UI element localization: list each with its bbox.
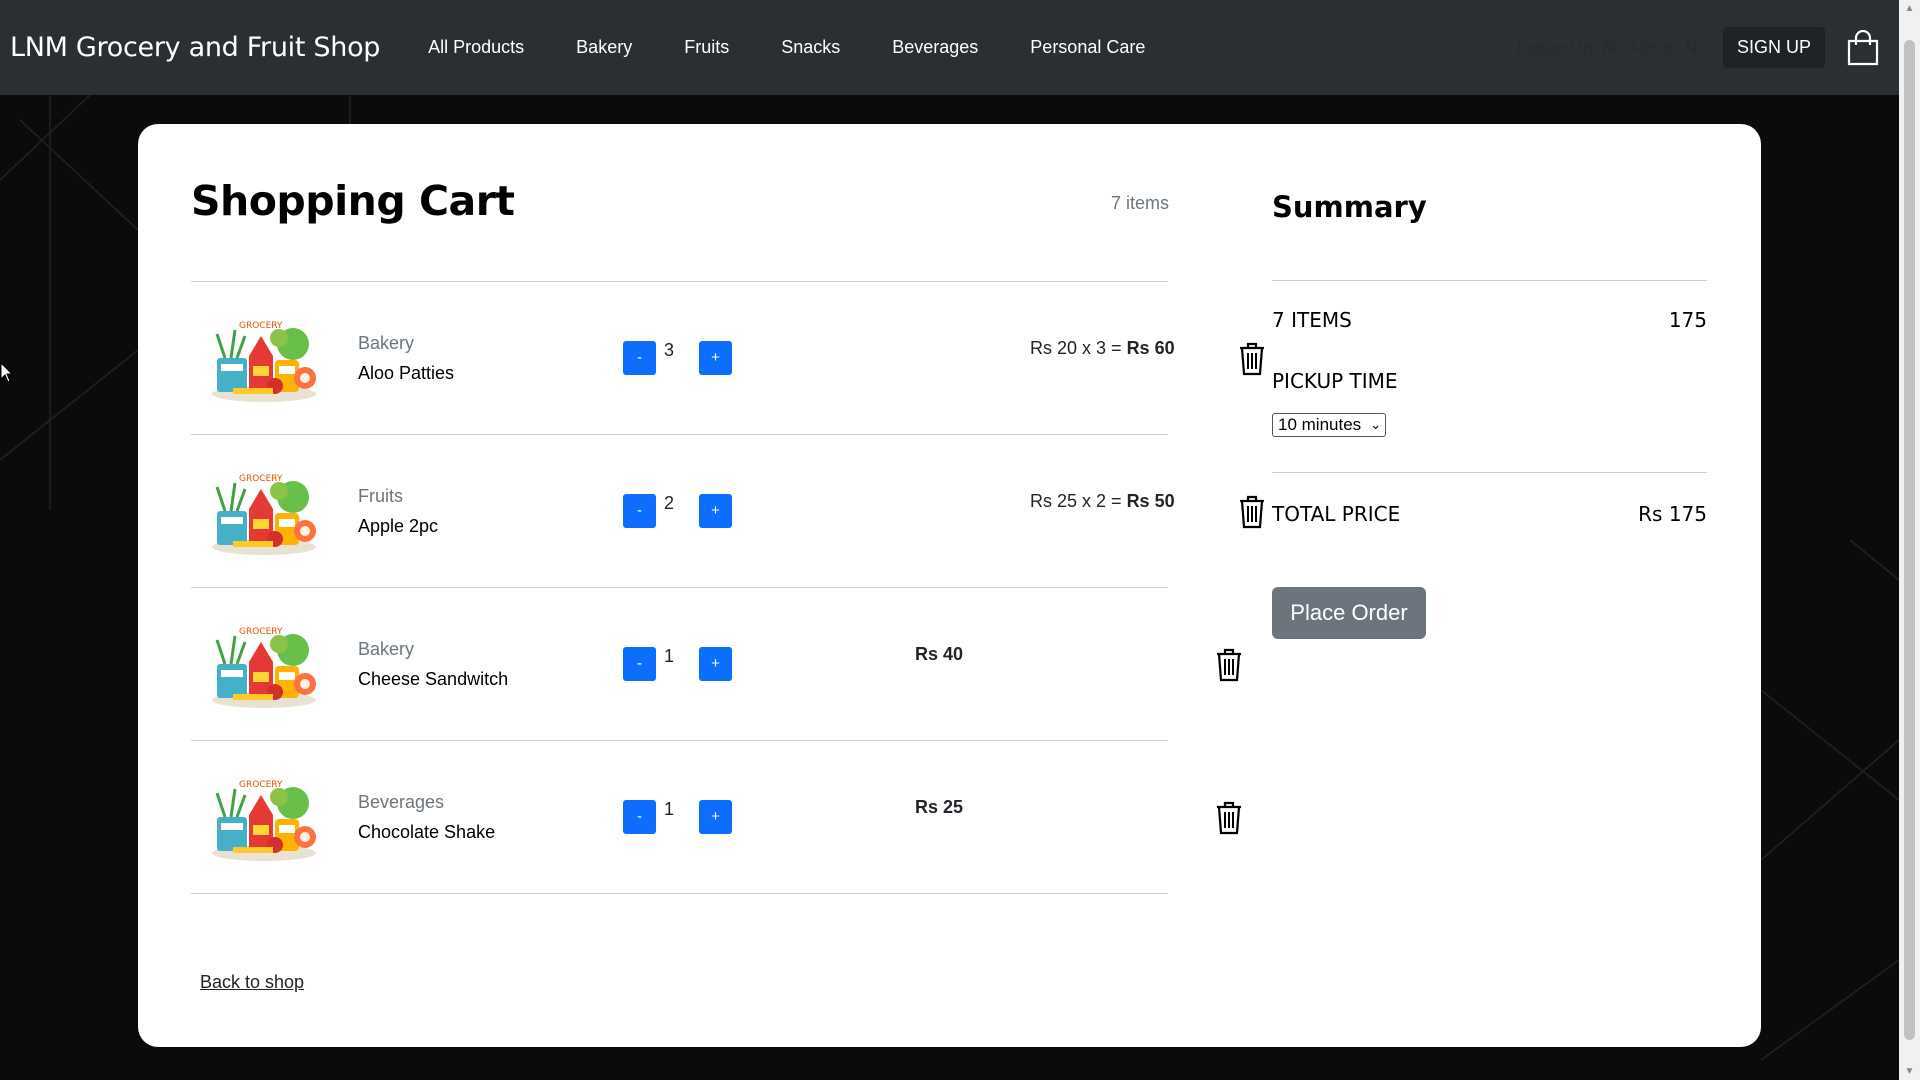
scrollbar-thumb[interactable]	[1904, 40, 1915, 1040]
product-thumbnail: GROCERY	[212, 321, 316, 402]
brand-logo-text[interactable]: LNM Grocery and Fruit Shop	[10, 32, 380, 63]
unit-price-expression: Rs 25 x 2 =	[1030, 491, 1127, 511]
line-total: Rs 25	[915, 797, 964, 817]
quantity-value: 1	[664, 646, 675, 666]
summary-items-label: 7 ITEMS	[1272, 308, 1352, 332]
product-category: Beverages	[358, 792, 445, 812]
decrease-quantity-button[interactable]: -	[623, 647, 656, 681]
summary-divider	[1272, 472, 1707, 473]
svg-text:GROCERY: GROCERY	[239, 780, 283, 790]
cart-row: GROCERY Beverages Chocolate Shake - 1 + …	[191, 741, 1241, 893]
nav-link-bakery[interactable]: Bakery	[550, 37, 658, 58]
trash-icon[interactable]	[1237, 493, 1267, 529]
cart-card: Shopping Cart 7 items GROCERY Bakery Alo…	[138, 124, 1761, 1047]
nav-link-snacks[interactable]: Snacks	[755, 37, 866, 58]
line-total: Rs 50	[1126, 491, 1175, 511]
trash-icon[interactable]	[1237, 340, 1267, 376]
nav-link-personal-care[interactable]: Personal Care	[1004, 37, 1171, 58]
quantity-value: 3	[664, 340, 675, 360]
product-category: Bakery	[358, 639, 415, 659]
pickup-time-selected: 10 minutes	[1278, 415, 1362, 434]
total-price-value: Rs 175	[1638, 502, 1707, 526]
increase-quantity-button[interactable]: +	[699, 800, 732, 834]
svg-text:GROCERY: GROCERY	[239, 627, 283, 637]
product-name: Cheese Sandwitch	[358, 669, 509, 689]
product-category: Fruits	[358, 486, 403, 506]
product-name: Aloo Patties	[358, 363, 455, 383]
product-name: Chocolate Shake	[358, 822, 496, 842]
page-title: Shopping Cart	[191, 177, 515, 225]
cart-row: GROCERY Fruits Apple 2pc - 2 + Rs 25 x 2…	[191, 435, 1264, 587]
login-status-text: Logged In: No Admin: No	[1517, 37, 1707, 57]
product-category: Bakery	[358, 333, 415, 353]
chevron-down-icon: ⌄	[1370, 417, 1381, 432]
scroll-up-arrow-icon[interactable]: ▲	[1899, 0, 1920, 17]
nav-links: All Products Bakery Fruits Snacks Bevera…	[402, 37, 1171, 58]
product-thumbnail: GROCERY	[212, 627, 316, 708]
nav-right: Logged In: No Admin: No SIGN UP	[1517, 0, 1889, 95]
product-name: Apple 2pc	[358, 516, 439, 536]
product-thumbnail: GROCERY	[212, 474, 316, 555]
increase-quantity-button[interactable]: +	[699, 494, 732, 528]
place-order-button[interactable]: Place Order	[1272, 587, 1426, 639]
items-count: 7 items	[1111, 193, 1170, 213]
price-calculation: Rs 40	[915, 644, 963, 665]
price-calculation: Rs 25	[915, 797, 963, 818]
navbar: LNM Grocery and Fruit Shop All Products …	[0, 0, 1899, 95]
cart-row: GROCERY Bakery Aloo Patties - 3 + Rs 20 …	[191, 282, 1264, 434]
quantity-value: 1	[664, 799, 675, 819]
cart-row: GROCERY Bakery Cheese Sandwitch - 1 + Rs…	[191, 588, 1241, 740]
nav-link-fruits[interactable]: Fruits	[658, 37, 755, 58]
trash-icon[interactable]	[1214, 799, 1244, 835]
svg-text:GROCERY: GROCERY	[239, 474, 283, 484]
pickup-time-select[interactable]: 10 minutes ⌄	[1272, 413, 1386, 437]
price-calculation: Rs 20 x 3 = Rs 60	[1030, 338, 1175, 359]
scroll-down-arrow-icon[interactable]: ▼	[1899, 1063, 1920, 1080]
line-total: Rs 40	[915, 644, 964, 664]
total-price-label: TOTAL PRICE	[1272, 502, 1401, 526]
divider	[191, 893, 1168, 894]
quantity-value: 2	[664, 493, 675, 513]
line-total: Rs 60	[1126, 338, 1175, 358]
sign-up-button[interactable]: SIGN UP	[1722, 27, 1825, 68]
decrease-quantity-button[interactable]: -	[623, 341, 656, 375]
summary-items-value: 175	[1668, 308, 1707, 332]
decrease-quantity-button[interactable]: -	[623, 800, 656, 834]
decrease-quantity-button[interactable]: -	[623, 494, 656, 528]
shopping-bag-icon[interactable]	[1847, 29, 1879, 66]
increase-quantity-button[interactable]: +	[699, 647, 732, 681]
summary-title: Summary	[1272, 190, 1427, 224]
mouse-cursor-icon	[0, 362, 14, 383]
price-calculation: Rs 25 x 2 = Rs 50	[1030, 491, 1175, 512]
back-to-shop-link[interactable]: Back to shop	[200, 972, 304, 993]
trash-icon[interactable]	[1214, 646, 1244, 682]
nav-link-beverages[interactable]: Beverages	[866, 37, 1004, 58]
pickup-time-label: PICKUP TIME	[1272, 369, 1398, 393]
summary-divider	[1272, 280, 1707, 281]
nav-link-all-products[interactable]: All Products	[402, 37, 550, 58]
page-scrollbar[interactable]: ▲ ▼	[1899, 0, 1920, 1080]
unit-price-expression: Rs 20 x 3 =	[1030, 338, 1127, 358]
product-thumbnail: GROCERY	[212, 780, 316, 861]
svg-text:GROCERY: GROCERY	[239, 321, 283, 331]
increase-quantity-button[interactable]: +	[699, 341, 732, 375]
